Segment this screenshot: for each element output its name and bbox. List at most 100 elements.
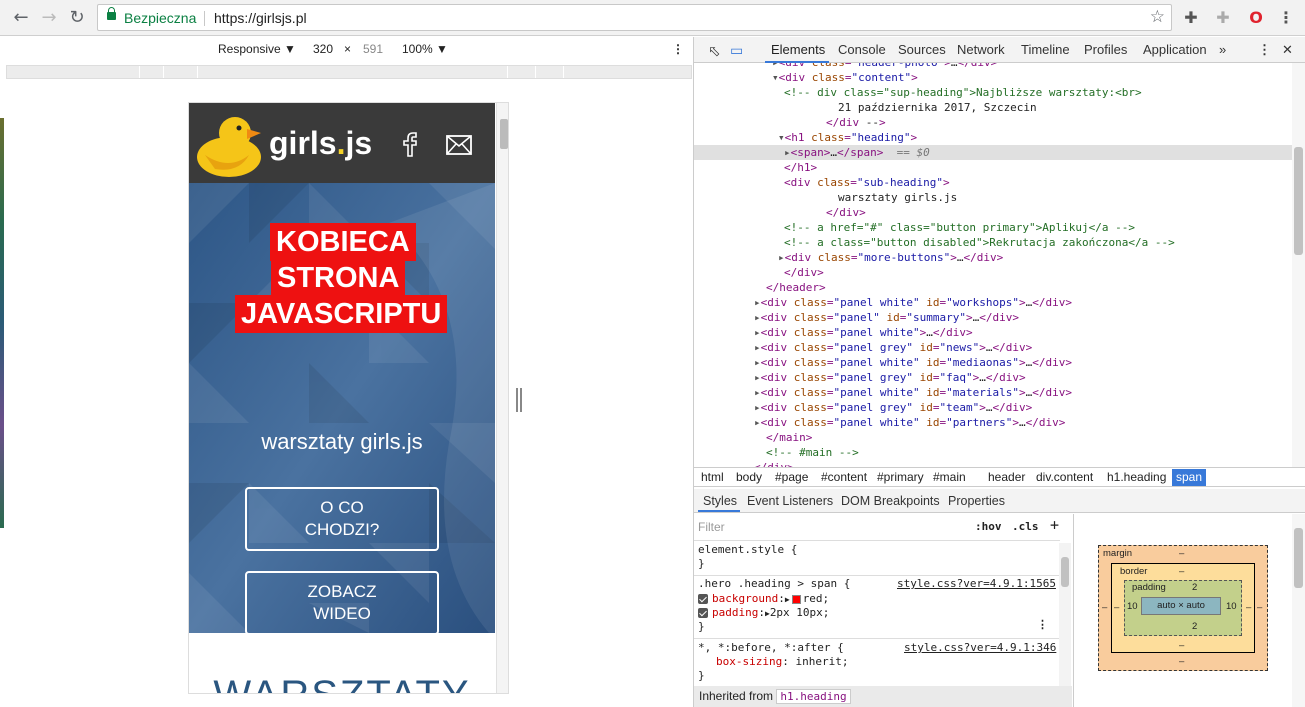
dom-node-line[interactable]: </div> bbox=[694, 205, 1292, 220]
device-menu-icon[interactable]: ⋮ bbox=[672, 42, 684, 56]
dom-node-line[interactable]: </main> bbox=[694, 430, 1292, 445]
tab-profiles[interactable]: Profiles bbox=[1084, 42, 1127, 57]
rule2-source-link[interactable]: style.css?ver=4.9.1:346 bbox=[904, 641, 1056, 655]
tab-console[interactable]: Console bbox=[838, 42, 886, 57]
dom-node-line[interactable]: </header> bbox=[694, 280, 1292, 295]
facebook-icon[interactable] bbox=[401, 131, 419, 157]
site-logo-text[interactable]: girls.js bbox=[269, 125, 372, 162]
opera-icon[interactable]: O bbox=[1245, 7, 1267, 29]
dom-node-line[interactable]: ▸<span>…</span> == $0 bbox=[694, 145, 1292, 160]
watch-video-button[interactable]: ZOBACZ WIDEO bbox=[245, 571, 439, 633]
address-bar[interactable]: Bezpieczna https://girlsjs.pl ☆ bbox=[97, 4, 1172, 31]
rule2-decl-box-sizing[interactable]: box-sizing: inherit; bbox=[716, 655, 848, 669]
rule1-source-link[interactable]: style.css?ver=4.9.1:1565 bbox=[897, 577, 1056, 591]
dom-node-line[interactable]: <div class="sub-heading"> bbox=[694, 175, 1292, 190]
extension-icon[interactable]: ✚ bbox=[1212, 7, 1234, 29]
hov-toggle[interactable]: :hov bbox=[975, 520, 1002, 534]
elements-tree[interactable]: ▸<div class="header-photo">…</div>▾<div … bbox=[694, 63, 1292, 467]
dom-node-line[interactable]: ▸<div class="panel white">…</div> bbox=[694, 325, 1292, 340]
puzzle-icon[interactable]: ✚ bbox=[1180, 7, 1202, 29]
breadcrumb-item[interactable]: html bbox=[697, 469, 728, 486]
dom-node-line[interactable]: ▸<div class="panel grey" id="news">…</di… bbox=[694, 340, 1292, 355]
dom-node-line[interactable]: ▸<div class="panel grey" id="faq">…</div… bbox=[694, 370, 1292, 385]
dom-node-line[interactable]: ▸<div class="panel" id="summary">…</div> bbox=[694, 310, 1292, 325]
dom-node-line[interactable]: <!-- div class="sup-heading">Najbliższe … bbox=[694, 85, 1292, 100]
device-mode-select[interactable]: Responsive ▼ bbox=[218, 42, 296, 56]
breadcrumb-item[interactable]: #main bbox=[929, 469, 970, 486]
tab-dom-breakpoints[interactable]: DOM Breakpoints bbox=[841, 494, 940, 508]
box-model-scrollbar[interactable] bbox=[1292, 514, 1305, 707]
zoom-select[interactable]: 100% ▼ bbox=[402, 42, 448, 56]
device-height-input[interactable]: 591 bbox=[363, 42, 383, 56]
mail-icon[interactable] bbox=[446, 135, 472, 155]
dom-node-line[interactable]: ▸<div class="panel white" id="materials"… bbox=[694, 385, 1292, 400]
dom-node-line[interactable]: <!-- a href="#" class="button primary">A… bbox=[694, 220, 1292, 235]
elements-scrollbar[interactable] bbox=[1292, 63, 1305, 467]
styles-filter-input[interactable]: Filter bbox=[698, 520, 725, 534]
tab-elements[interactable]: Elements bbox=[771, 42, 825, 57]
forward-icon[interactable]: → bbox=[37, 6, 61, 30]
rule1-decl-background[interactable]: background:▶ red; bbox=[698, 592, 829, 606]
media-query-ruler[interactable] bbox=[6, 65, 692, 79]
dom-node-line[interactable]: ▸<div class="panel grey" id="team">…</di… bbox=[694, 400, 1292, 415]
device-scrollbar[interactable] bbox=[496, 103, 508, 693]
rule1-selector[interactable]: .hero .heading > span { bbox=[698, 577, 850, 591]
tab-event-listeners[interactable]: Event Listeners bbox=[747, 494, 833, 508]
element-style-rule[interactable]: element.style { bbox=[698, 543, 797, 557]
box-padding[interactable]: padding 2 10 10 2 auto × auto bbox=[1124, 580, 1242, 636]
tab-sources[interactable]: Sources bbox=[898, 42, 946, 57]
color-swatch[interactable] bbox=[791, 594, 801, 604]
reload-icon[interactable]: ↻ bbox=[65, 6, 89, 30]
dom-node-line[interactable]: <!-- #main --> bbox=[694, 445, 1292, 460]
breadcrumb-item[interactable]: #primary bbox=[873, 469, 928, 486]
dom-node-line[interactable]: ▸<div class="panel white" id="partners">… bbox=[694, 415, 1292, 430]
about-button[interactable]: O CO CHODZI? bbox=[245, 487, 439, 551]
menu-dots-icon[interactable]: ⋮ bbox=[1275, 7, 1297, 29]
dom-node-line[interactable]: ▸<div class="more-buttons">…</div> bbox=[694, 250, 1292, 265]
dom-node-line[interactable]: 21 października 2017, Szczecin bbox=[694, 100, 1292, 115]
breadcrumb-item[interactable]: body bbox=[732, 469, 766, 486]
dom-node-line[interactable]: </h1> bbox=[694, 160, 1292, 175]
tab-styles[interactable]: Styles bbox=[703, 494, 737, 508]
dom-node-line[interactable]: </div> bbox=[694, 460, 1292, 467]
url-text[interactable]: https://girlsjs.pl bbox=[214, 10, 307, 26]
dom-node-line[interactable]: ▸<div class="panel white" id="mediaonas"… bbox=[694, 355, 1292, 370]
breadcrumb-item[interactable]: span bbox=[1172, 469, 1207, 486]
device-width-input[interactable]: 320 bbox=[313, 42, 333, 56]
box-margin[interactable]: margin – – – – border – – – – padding 2 … bbox=[1098, 545, 1268, 671]
box-border[interactable]: border – – – – padding 2 10 10 2 auto × … bbox=[1111, 563, 1255, 653]
rule1-checkbox-2[interactable] bbox=[698, 608, 708, 618]
dom-node-line[interactable]: </div> bbox=[694, 265, 1292, 280]
star-icon[interactable]: ☆ bbox=[1150, 7, 1165, 27]
breadcrumb-item[interactable]: div.content bbox=[1032, 469, 1097, 486]
back-icon[interactable]: ← bbox=[9, 6, 33, 30]
tab-network[interactable]: Network bbox=[957, 42, 1005, 57]
dom-node-line[interactable]: ▸<div class="header-photo">…</div> bbox=[694, 63, 1292, 70]
dom-node-line[interactable]: </div --> bbox=[694, 115, 1292, 130]
rule2-selector[interactable]: *, *:before, *:after { bbox=[698, 641, 844, 655]
close-devtools-icon[interactable]: ✕ bbox=[1282, 42, 1293, 58]
breadcrumb-item[interactable]: #content bbox=[817, 469, 871, 486]
breadcrumb-item[interactable]: header bbox=[984, 469, 1029, 486]
breadcrumb-item[interactable]: h1.heading bbox=[1103, 469, 1170, 486]
dom-node-line[interactable]: ▾<div class="content"> bbox=[694, 70, 1292, 85]
dom-node-line[interactable]: ▾<h1 class="heading"> bbox=[694, 130, 1292, 145]
tab-timeline[interactable]: Timeline bbox=[1021, 42, 1070, 57]
inspect-element-icon[interactable]: ⬁ bbox=[708, 42, 721, 60]
rule1-decl-padding[interactable]: padding:▶2px 10px; bbox=[698, 606, 829, 620]
more-tabs-icon[interactable]: » bbox=[1219, 42, 1226, 57]
breadcrumb-item[interactable]: #page bbox=[771, 469, 812, 486]
tab-properties[interactable]: Properties bbox=[948, 494, 1005, 508]
devtools-menu-icon[interactable]: ⋮ bbox=[1258, 42, 1271, 58]
dom-node-line[interactable]: <!-- a class="button disabled">Rekrutacj… bbox=[694, 235, 1292, 250]
rule1-checkbox-1[interactable] bbox=[698, 594, 708, 604]
new-rule-button[interactable]: + bbox=[1050, 518, 1059, 533]
box-content[interactable]: auto × auto bbox=[1141, 597, 1221, 615]
dom-node-line[interactable]: ▸<div class="panel white" id="workshops"… bbox=[694, 295, 1292, 310]
rule-menu-icon[interactable]: ⋮ bbox=[1037, 618, 1048, 632]
resize-handle[interactable] bbox=[516, 388, 522, 412]
tab-application[interactable]: Application bbox=[1143, 42, 1207, 57]
device-toggle-icon[interactable]: ▭ bbox=[730, 42, 743, 59]
dom-node-line[interactable]: warsztaty girls.js bbox=[694, 190, 1292, 205]
cls-toggle[interactable]: .cls bbox=[1012, 520, 1039, 534]
